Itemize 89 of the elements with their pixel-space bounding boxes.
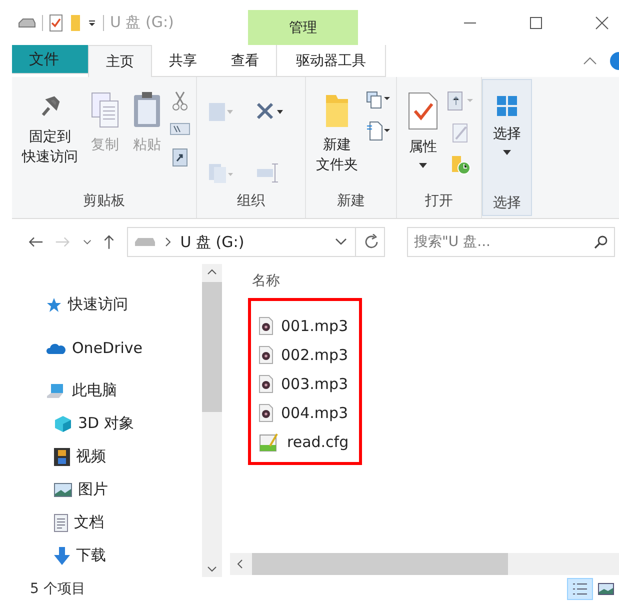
scroll-down-icon[interactable] — [207, 565, 217, 573]
drive-icon — [134, 237, 156, 247]
context-tab-header: 管理 — [248, 10, 358, 45]
button-label-line: 选择 — [493, 125, 521, 144]
properties-icon[interactable] — [49, 14, 63, 32]
ribbon-button[interactable]: 属性 — [403, 81, 443, 191]
close-icon[interactable] — [595, 16, 609, 30]
nav-item[interactable]: OneDrive — [46, 331, 202, 364]
chevron-icon — [164, 237, 172, 247]
group-label: 剪贴板 — [82, 192, 126, 211]
view-button[interactable] — [567, 578, 593, 600]
dropdown-icon[interactable] — [87, 18, 97, 28]
download-icon — [54, 546, 70, 564]
file-item[interactable]: 002.mp3 — [259, 340, 349, 369]
button-label-line: 快速访问 — [22, 148, 78, 168]
copy-path-icon[interactable] — [170, 123, 190, 135]
new-item-icon[interactable] — [366, 91, 390, 109]
ribbon-button[interactable]: 固定到 快速访问 — [18, 81, 82, 191]
column-header[interactable]: 名称 — [252, 272, 619, 290]
button-label-line: 粘贴 — [133, 136, 161, 155]
button-label-line: 固定到 — [29, 128, 71, 147]
ribbon-tab[interactable]: 驱动器工具 — [276, 45, 386, 77]
scissors-icon[interactable] — [172, 91, 188, 111]
nav-item[interactable]: 3D 对象 — [46, 407, 202, 440]
file-item[interactable]: 004.mp3 — [259, 398, 349, 427]
scroll-left-icon[interactable] — [236, 559, 244, 569]
scroll-up-icon[interactable] — [207, 268, 217, 276]
large-icons-view-icon — [598, 582, 614, 596]
button-label-line: 文件夹 — [316, 156, 358, 176]
file-item[interactable]: 003.mp3 — [259, 369, 349, 398]
details-view-icon — [572, 582, 588, 596]
open-icon[interactable] — [447, 91, 475, 111]
ribbon-button[interactable]: 新建 文件夹 — [312, 81, 362, 191]
computer-icon — [46, 382, 66, 398]
button-label-line: 复制 — [91, 136, 119, 155]
group-label: 选择 — [492, 194, 522, 213]
nav-item[interactable]: 图片 — [46, 473, 202, 506]
properties-icon — [407, 91, 439, 131]
nav-item[interactable]: 快速访问 — [46, 288, 202, 321]
scrollbar-thumb[interactable] — [202, 282, 222, 412]
recent-chevron-icon[interactable] — [82, 238, 92, 246]
config-file-icon — [259, 432, 279, 452]
image-icon — [54, 482, 72, 496]
easy-access-icon[interactable] — [366, 121, 390, 141]
ribbon-button[interactable]: 选择 — [489, 84, 525, 194]
button-label-line: 属性 — [409, 138, 437, 157]
file-item[interactable]: 001.mp3 — [259, 311, 349, 340]
chevron-down-icon[interactable] — [334, 238, 347, 246]
document-icon — [54, 514, 68, 532]
cube-icon — [54, 414, 72, 432]
caret-icon — [503, 150, 511, 156]
group-label: 新建 — [336, 192, 366, 211]
back-icon[interactable] — [28, 235, 44, 249]
audio-file-icon — [259, 374, 273, 392]
item-count: 5 个项目 — [30, 580, 86, 598]
group-label: 组织 — [236, 192, 266, 211]
window-title: U 盘 (G:) — [110, 13, 174, 32]
file-tab[interactable]: 文件 — [12, 45, 88, 74]
nav-item[interactable]: 文档 — [46, 506, 202, 539]
help-icon[interactable] — [609, 51, 619, 71]
maximize-icon[interactable] — [529, 16, 543, 30]
paste-shortcut-icon[interactable] — [172, 147, 188, 167]
audio-file-icon — [259, 316, 273, 334]
collapse-ribbon-icon[interactable] — [583, 56, 597, 66]
ribbon-tab[interactable]: 主页 — [88, 45, 152, 77]
address-bar[interactable]: U 盘 (G:) — [127, 227, 385, 257]
film-icon — [54, 448, 70, 466]
nav-item[interactable]: 视频 — [46, 440, 202, 473]
nav-item[interactable]: 下载 — [46, 539, 202, 572]
copy-icon — [90, 91, 120, 129]
nav-item[interactable]: 此电脑 — [46, 374, 202, 407]
refresh-icon[interactable] — [364, 234, 380, 250]
up-icon[interactable] — [103, 233, 116, 251]
audio-file-icon — [259, 404, 273, 422]
search-icon — [594, 235, 608, 249]
scrollbar-thumb[interactable] — [252, 553, 508, 575]
cloud-icon — [46, 342, 66, 354]
caret-icon — [419, 163, 427, 168]
button-label-line: 新建 — [323, 136, 351, 155]
file-item[interactable]: read.cfg — [259, 427, 349, 456]
select-icon — [495, 94, 519, 118]
group-label: 打开 — [424, 192, 454, 211]
clipboard-icon — [132, 91, 162, 129]
audio-file-icon — [259, 346, 273, 364]
drive-icon — [18, 16, 36, 28]
star-icon — [46, 296, 62, 312]
search-field[interactable]: 搜索"U 盘... — [406, 227, 615, 257]
path-text: U 盘 (G:) — [180, 232, 244, 252]
history-icon[interactable] — [451, 155, 471, 175]
